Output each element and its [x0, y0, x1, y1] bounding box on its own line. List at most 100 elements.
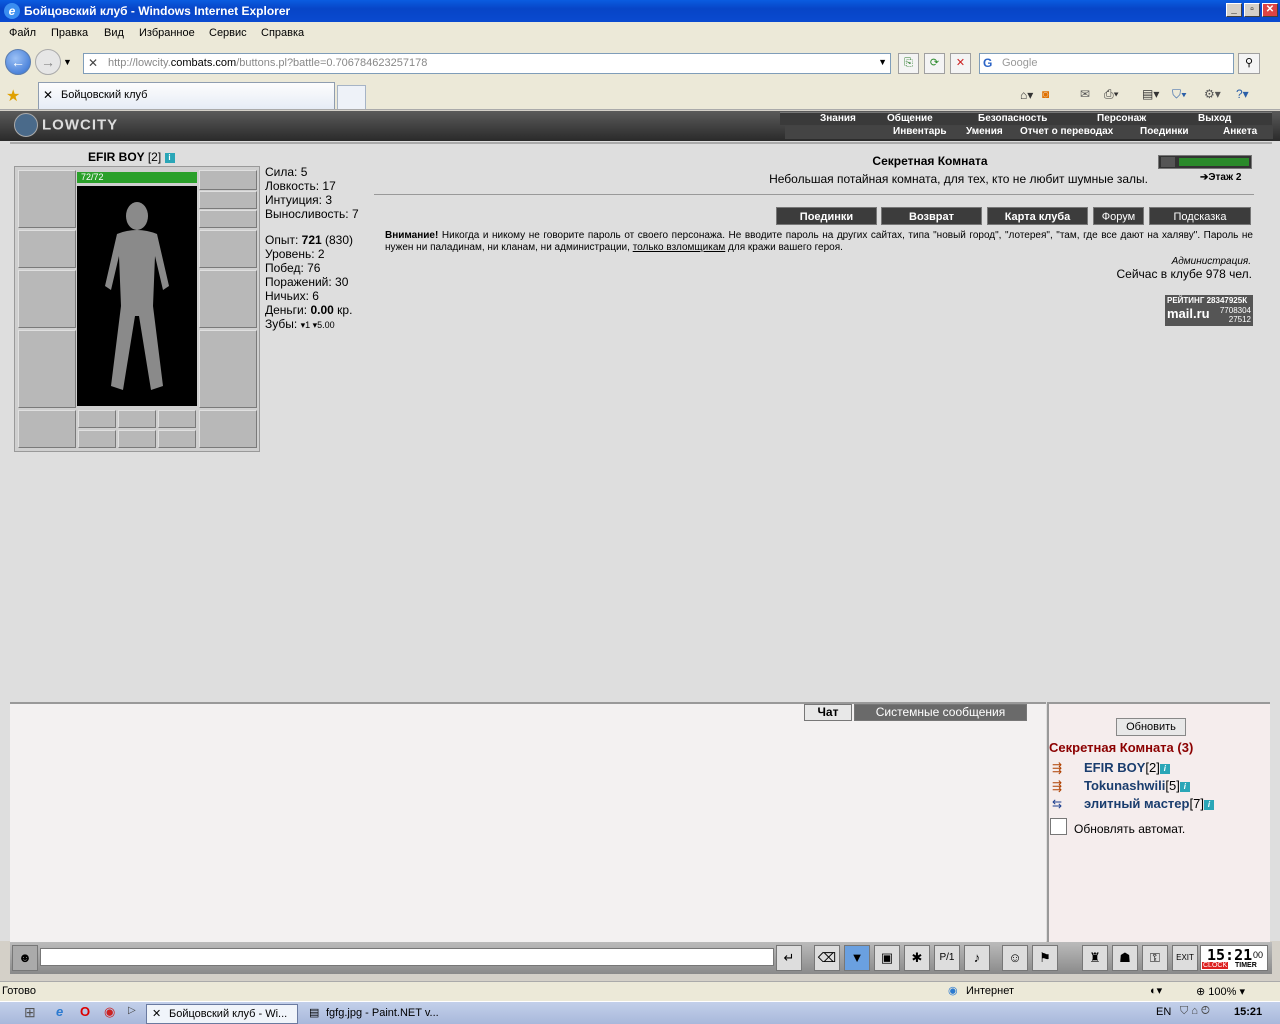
- windows-logo-icon[interactable]: ⊞: [24, 1004, 36, 1021]
- language-indicator[interactable]: EN: [1156, 1006, 1171, 1018]
- safety-icon[interactable]: ⛉▾: [1172, 87, 1187, 102]
- feeds-icon[interactable]: ◙: [1042, 87, 1049, 101]
- back-icon[interactable]: ←: [5, 49, 31, 75]
- filter-icon[interactable]: ▼: [844, 945, 870, 971]
- search-input[interactable]: G Google: [979, 53, 1234, 74]
- attack-arrows-icon[interactable]: ⇶: [1052, 761, 1072, 775]
- nav-character[interactable]: Персонаж: [1097, 113, 1146, 124]
- user-entry[interactable]: Tokunashwili[5] i: [1084, 778, 1190, 793]
- nav-transfer-report[interactable]: Отчет о переводах: [1020, 126, 1113, 137]
- helmet-slot[interactable]: [18, 170, 76, 228]
- nav-security[interactable]: Безопасность: [978, 113, 1047, 124]
- eraser-icon[interactable]: ⌫: [814, 945, 840, 971]
- chat-panel[interactable]: [10, 702, 1046, 942]
- floor-link[interactable]: ➔Этаж 2: [1200, 172, 1241, 183]
- nav-exit[interactable]: Выход: [1198, 113, 1231, 124]
- compat-view-icon[interactable]: ⎘: [898, 53, 919, 74]
- quest-icon[interactable]: ♜: [1082, 945, 1108, 971]
- transfer-arrows-icon[interactable]: ⇆: [1052, 797, 1072, 811]
- user-entry[interactable]: элитный мастер[7] i: [1084, 796, 1214, 811]
- save-log-icon[interactable]: ▣: [874, 945, 900, 971]
- close-button[interactable]: ✕: [1262, 3, 1278, 17]
- hackers-link[interactable]: только взломщикам: [633, 242, 726, 253]
- protected-mode-icon[interactable]: ◐▾: [1150, 984, 1162, 997]
- leggings-slot[interactable]: [199, 330, 257, 408]
- tools-gear-icon[interactable]: ⚙▾: [1204, 87, 1221, 101]
- weapon-slot[interactable]: [18, 270, 76, 328]
- boots-slot[interactable]: [199, 410, 257, 448]
- user-entry[interactable]: EFIR BOY[2] i: [1084, 760, 1170, 775]
- address-dropdown-icon[interactable]: ▼: [878, 57, 887, 67]
- info-icon[interactable]: i: [1203, 799, 1214, 810]
- tray-icons[interactable]: ⛉ ⌂ ◴: [1180, 1005, 1210, 1018]
- bracers-slot[interactable]: [18, 230, 76, 268]
- menu-favorites[interactable]: Избранное: [139, 27, 195, 39]
- sound-icon[interactable]: ♪: [964, 945, 990, 971]
- task-ie[interactable]: ✕ Бойцовский клуб - Wi...: [146, 1004, 298, 1024]
- nav-inventory[interactable]: Инвентарь: [893, 126, 947, 137]
- menu-tools[interactable]: Сервис: [209, 27, 247, 39]
- gloves-slot[interactable]: [199, 230, 257, 268]
- address-bar[interactable]: ✕ http://lowcity.combats.com/buttons.pl?…: [83, 53, 891, 74]
- armor-slot[interactable]: [18, 330, 76, 408]
- info-icon[interactable]: i: [1159, 763, 1170, 774]
- lock-icon[interactable]: ⚿: [1142, 945, 1168, 971]
- return-button[interactable]: Возврат: [881, 207, 982, 225]
- menu-view[interactable]: Вид: [104, 27, 124, 39]
- forward-icon[interactable]: →: [35, 49, 61, 75]
- task-paint[interactable]: ▤ fgfg.jpg - Paint.NET v...: [304, 1004, 456, 1024]
- spell-slot-2[interactable]: [118, 410, 156, 428]
- quicklaunch-app-icon[interactable]: ◉: [104, 1004, 115, 1020]
- menu-file[interactable]: Файл: [9, 27, 36, 39]
- zoom-level[interactable]: ⊕ 100% ▾: [1196, 985, 1245, 998]
- earrings-slot[interactable]: [199, 170, 257, 190]
- menu-help[interactable]: Справка: [261, 27, 304, 39]
- hint-button[interactable]: Подсказка: [1149, 207, 1251, 225]
- nav-skills[interactable]: Умения: [966, 126, 1003, 137]
- pocket-slot-2[interactable]: [118, 430, 156, 448]
- refresh-users-button[interactable]: Обновить: [1116, 718, 1186, 736]
- search-icon[interactable]: ⚲: [1238, 53, 1260, 74]
- menu-edit[interactable]: Правка: [51, 27, 88, 39]
- info-icon[interactable]: i: [1179, 781, 1190, 792]
- help-icon[interactable]: ?▾: [1236, 87, 1249, 101]
- tab-chat[interactable]: Чат: [804, 704, 852, 721]
- shield-slot[interactable]: [199, 270, 257, 328]
- mailru-rating-badge[interactable]: РЕЙТИНГ 28347925К mail.ru 7708304 27512: [1165, 295, 1253, 326]
- nav-knowledge[interactable]: Знания: [820, 113, 856, 124]
- pocket-slot-1[interactable]: [78, 430, 116, 448]
- chat-head-icon[interactable]: ☻: [12, 945, 38, 971]
- attack-arrows-icon[interactable]: ⇶: [1052, 779, 1072, 793]
- tab-active[interactable]: ✕ Бойцовский клуб: [38, 82, 335, 109]
- duels-button[interactable]: Поединки: [776, 207, 877, 225]
- send-icon[interactable]: ↵: [776, 945, 802, 971]
- forum-button[interactable]: Форум: [1093, 207, 1144, 225]
- private-icon[interactable]: P/1: [934, 945, 960, 971]
- quicklaunch-opera-icon[interactable]: O: [80, 1004, 90, 1019]
- maximize-button[interactable]: ▫: [1244, 3, 1260, 17]
- exit-icon[interactable]: EXIT: [1172, 945, 1198, 971]
- quicklaunch-ie-icon[interactable]: e: [56, 1004, 63, 1019]
- tab-system-messages[interactable]: Системные сообщения: [854, 704, 1027, 721]
- minimize-button[interactable]: _: [1226, 3, 1242, 17]
- print-icon[interactable]: ⎙▾: [1104, 87, 1119, 102]
- info-icon[interactable]: i: [164, 152, 175, 163]
- translit-icon[interactable]: ⚑: [1032, 945, 1058, 971]
- pocket-slot-3[interactable]: [158, 430, 196, 448]
- quicklaunch-expand-icon[interactable]: ▷: [128, 1005, 136, 1016]
- page-menu-icon[interactable]: ▤▾: [1142, 87, 1159, 101]
- action-icon[interactable]: ✱: [904, 945, 930, 971]
- amulet-slot[interactable]: [199, 191, 257, 209]
- new-tab-button[interactable]: [337, 85, 366, 109]
- chat-input[interactable]: [40, 948, 774, 966]
- favorites-star-icon[interactable]: ★: [6, 86, 20, 106]
- club-map-button[interactable]: Карта клуба: [987, 207, 1088, 225]
- home-icon[interactable]: ⌂▾: [1020, 88, 1033, 102]
- belt-slot[interactable]: [18, 410, 76, 448]
- nav-communication[interactable]: Общение: [887, 113, 933, 124]
- clan-icon[interactable]: ☗: [1112, 945, 1138, 971]
- spell-slot-1[interactable]: [78, 410, 116, 428]
- nav-duels[interactable]: Поединки: [1140, 126, 1189, 137]
- stop-icon[interactable]: ✕: [950, 53, 971, 74]
- spell-slot-3[interactable]: [158, 410, 196, 428]
